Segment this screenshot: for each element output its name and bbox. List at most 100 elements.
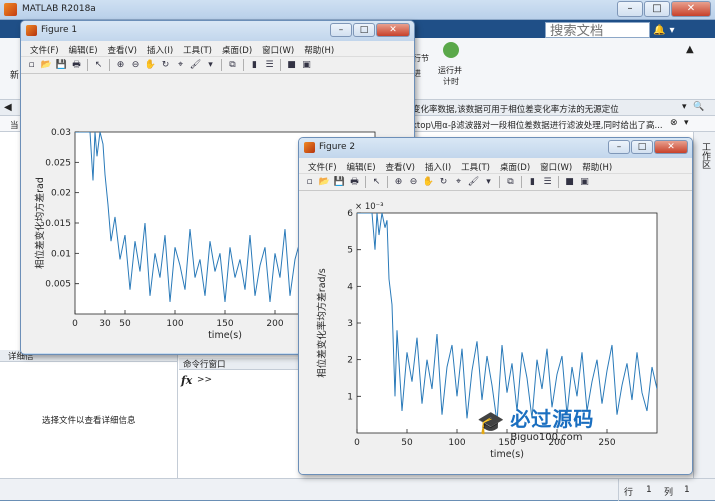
y-axis-label: 相位差变化均方差rad — [34, 177, 46, 269]
figure-2-window[interactable]: Figure 2 – □ ✕ 文件(F) 编辑(E) 查看(V) 插入(I) 工… — [298, 137, 693, 475]
close-button[interactable]: ✕ — [376, 23, 410, 37]
data-cursor-icon[interactable]: ⌖ — [452, 176, 465, 189]
toolbar-separator — [521, 176, 522, 188]
pan-icon[interactable]: ✋ — [422, 176, 435, 189]
colorbar-icon[interactable]: ▮ — [526, 176, 539, 189]
minimize-button[interactable]: – — [330, 23, 352, 37]
user-icon[interactable]: ▾ — [669, 25, 674, 36]
zoom-out-icon[interactable]: ⊖ — [407, 176, 420, 189]
x-tick-label: 150 — [216, 319, 233, 329]
watermark-url: Biguo100.com — [510, 432, 583, 443]
run-and-time-label-2: 计时 — [443, 77, 459, 86]
print-icon[interactable]: 🖶 — [70, 59, 83, 72]
run-and-time-label[interactable]: 运行并 — [438, 65, 462, 76]
maximize-button[interactable]: □ — [353, 23, 375, 37]
menu-help[interactable]: 帮助(H) — [299, 41, 339, 56]
menu-tools[interactable]: 工具(T) — [178, 41, 217, 56]
y-tick-label: 6 — [347, 209, 353, 219]
menu-desktop[interactable]: 桌面(D) — [217, 41, 257, 56]
y-tick-label: 0.015 — [45, 219, 71, 229]
x-axis-label: time(s) — [208, 330, 242, 341]
close-button[interactable]: ✕ — [671, 1, 711, 17]
menu-file[interactable]: 文件(F) — [303, 158, 342, 173]
link-plot-icon[interactable]: ⧉ — [226, 59, 239, 72]
open-file-icon[interactable]: 📂 — [40, 59, 53, 72]
x-axis-label: time(s) — [490, 449, 524, 460]
figure-2-window-controls: – □ ✕ — [608, 140, 688, 154]
menu-file[interactable]: 文件(F) — [25, 41, 64, 56]
save-icon[interactable]: 💾 — [55, 59, 68, 72]
zoom-out-icon[interactable]: ⊖ — [129, 59, 142, 72]
fx-icon[interactable]: fx — [181, 374, 192, 387]
panel-close-icon[interactable]: ⊗ — [670, 118, 678, 128]
figure-1-title-bar[interactable]: Figure 1 – □ ✕ — [21, 21, 414, 41]
axes-box[interactable] — [356, 212, 658, 434]
new-figure-icon[interactable]: ▫ — [25, 59, 38, 72]
figure-2-canvas: 1 2 3 4 5 6 0 50 100 150 200 250 time(s) 相位差变化率均方差rad… — [299, 191, 692, 474]
menu-insert[interactable]: 插入(I) — [142, 41, 178, 56]
zoom-in-icon[interactable]: ⊕ — [392, 176, 405, 189]
ribbon-collapse-icon[interactable]: ▲ — [686, 44, 698, 56]
back-arrow-icon[interactable]: ◀ — [4, 102, 12, 113]
workspace-side-panel[interactable]: 工作区 — [693, 132, 715, 478]
menu-edit[interactable]: 编辑(E) — [64, 41, 103, 56]
colorbar-icon[interactable]: ▮ — [248, 59, 261, 72]
matlab-title-bar: MATLAB R2018a – □ ✕ — [0, 0, 715, 20]
legend-icon[interactable]: ☰ — [263, 59, 276, 72]
legend-icon[interactable]: ☰ — [541, 176, 554, 189]
menu-view[interactable]: 查看(V) — [381, 158, 420, 173]
link-plot-icon[interactable]: ⧉ — [504, 176, 517, 189]
show-plot-tools-icon[interactable]: ▣ — [300, 59, 313, 72]
hide-plot-tools-icon[interactable]: ■ — [285, 59, 298, 72]
minimize-button[interactable]: – — [617, 1, 643, 17]
menu-window[interactable]: 窗口(W) — [535, 158, 577, 173]
x-tick-label: 100 — [166, 319, 183, 329]
file-description: ktop\用α-β滤波器对一段相位差数据进行滤波处理,同时给出了高... — [412, 121, 663, 131]
print-icon[interactable]: 🖶 — [348, 176, 361, 189]
graduation-cap-icon: 🎓 — [477, 410, 505, 436]
menu-view[interactable]: 查看(V) — [103, 41, 142, 56]
y-tick-label: 0.02 — [51, 189, 71, 199]
hide-plot-tools-icon[interactable]: ■ — [563, 176, 576, 189]
edit-plot-icon[interactable]: ↖ — [370, 176, 383, 189]
menu-tools[interactable]: 工具(T) — [456, 158, 495, 173]
rotate-3d-icon[interactable]: ↻ — [437, 176, 450, 189]
figure-1-toolbar: ▫ 📂 💾 🖶 ↖ ⊕ ⊖ ✋ ↻ ⌖ 🖌 ▾ ⧉ ▮ ☰ ■ ▣ — [21, 57, 414, 74]
path-dropdown-icon[interactable]: ▾ — [682, 102, 687, 112]
zoom-in-icon[interactable]: ⊕ — [114, 59, 127, 72]
ribbon-new-label[interactable]: 新 — [10, 68, 19, 81]
open-file-icon[interactable]: 📂 — [318, 176, 331, 189]
ribbon-section-label[interactable]: 行节 — [413, 53, 429, 64]
maximize-button[interactable]: □ — [631, 140, 653, 154]
figure-2-title-bar[interactable]: Figure 2 – □ ✕ — [299, 138, 692, 158]
data-cursor-icon[interactable]: ⌖ — [174, 59, 187, 72]
new-figure-icon[interactable]: ▫ — [303, 176, 316, 189]
maximize-button[interactable]: □ — [644, 1, 670, 17]
menu-desktop[interactable]: 桌面(D) — [495, 158, 535, 173]
search-docs-input[interactable] — [545, 22, 650, 38]
menu-edit[interactable]: 编辑(E) — [342, 158, 381, 173]
menu-insert[interactable]: 插入(I) — [420, 158, 456, 173]
run-and-time-icon[interactable] — [443, 42, 459, 58]
notification-icon[interactable]: 🔔 — [653, 25, 665, 36]
figure-icon — [304, 142, 315, 153]
minimize-button[interactable]: – — [608, 140, 630, 154]
matlab-window-title: MATLAB R2018a — [22, 4, 96, 14]
panel-menu-icon[interactable]: ▾ — [684, 118, 689, 128]
toolbar-separator — [558, 176, 559, 188]
save-icon[interactable]: 💾 — [333, 176, 346, 189]
brush-dropdown-icon[interactable]: ▾ — [204, 59, 217, 72]
brush-icon[interactable]: 🖌 — [467, 176, 480, 189]
rotate-3d-icon[interactable]: ↻ — [159, 59, 172, 72]
figure-1-window-controls: – □ ✕ — [330, 23, 410, 37]
menu-window[interactable]: 窗口(W) — [257, 41, 299, 56]
toolbar-separator — [87, 59, 88, 71]
brush-dropdown-icon[interactable]: ▾ — [482, 176, 495, 189]
menu-help[interactable]: 帮助(H) — [577, 158, 617, 173]
close-button[interactable]: ✕ — [654, 140, 688, 154]
pan-icon[interactable]: ✋ — [144, 59, 157, 72]
edit-plot-icon[interactable]: ↖ — [92, 59, 105, 72]
brush-icon[interactable]: 🖌 — [189, 59, 202, 72]
show-plot-tools-icon[interactable]: ▣ — [578, 176, 591, 189]
browse-folder-icon[interactable]: 🔍 — [693, 102, 704, 112]
